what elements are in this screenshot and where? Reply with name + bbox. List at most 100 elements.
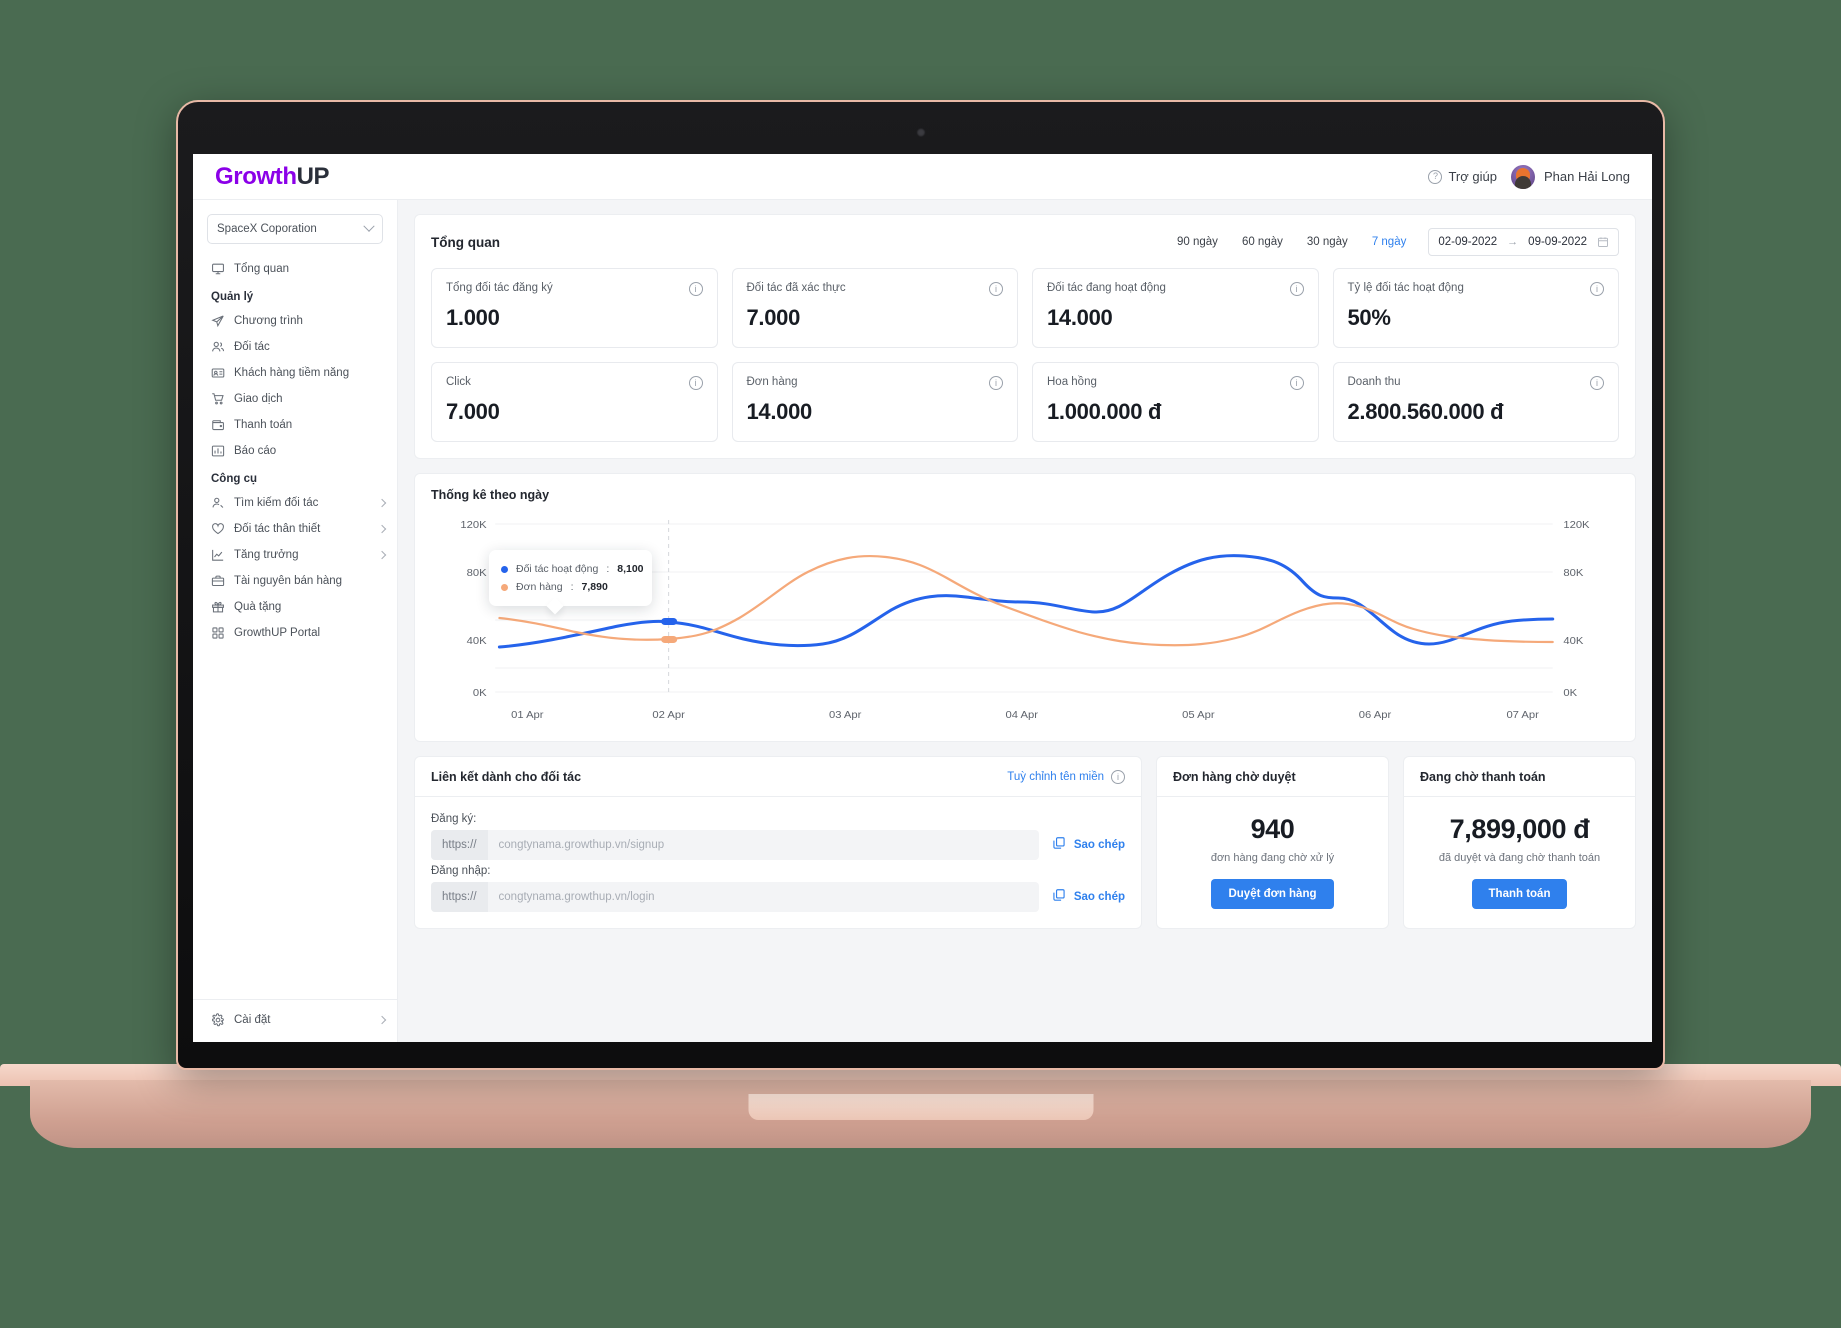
date-range-arrow: → — [1507, 236, 1519, 248]
user-name: Phan Hải Long — [1543, 169, 1630, 184]
info-icon[interactable]: i — [1289, 282, 1304, 296]
laptop-base-body — [30, 1080, 1811, 1148]
sidebar-item-cai-dat[interactable]: Cài đặt — [193, 1007, 397, 1033]
sidebar-footer: Cài đặt — [193, 999, 397, 1042]
sidebar-item-label: Thanh toán — [234, 419, 293, 431]
pending-orders-panel: Đơn hàng chờ duyệt 940 đơn hàng đang chờ… — [1156, 756, 1389, 929]
sidebar-item-tang-truong[interactable]: Tăng trưởng — [193, 542, 397, 568]
bottom-row: Liên kết dành cho đối tác Tuỳ chỉnh tên … — [414, 756, 1636, 929]
range-button-90[interactable]: 90 ngày — [1165, 236, 1230, 248]
y-tick-right-120k: 120K — [1563, 519, 1590, 531]
tooltip-row-doi-tac-hoat-dong: Đối tác hoạt động: 8,100 — [501, 560, 644, 578]
wallet-icon — [211, 418, 225, 432]
pending-orders-body: 940 đơn hàng đang chờ xử lý Duyệt đơn hà… — [1157, 797, 1388, 928]
help-button[interactable]: ? Trợ giúp — [1428, 169, 1497, 184]
avatar — [1510, 164, 1535, 189]
signup-url-input[interactable] — [487, 830, 1039, 860]
y-tick-left-0k: 0K — [473, 687, 488, 699]
chart-panel: Thống kê theo ngày 120K 80K 40K 0K 120K … — [414, 473, 1636, 742]
login-copy-button[interactable]: Sao chép — [1052, 888, 1125, 907]
heart-icon — [211, 522, 225, 536]
sidebar-item-label: Quà tặng — [234, 601, 282, 613]
sidebar-item-qua-tang[interactable]: Quà tặng — [193, 594, 397, 620]
sidebar-item-tim-kiem-doi-tac[interactable]: Tìm kiếm đối tác — [193, 490, 397, 516]
chevron-down-icon — [363, 220, 375, 232]
login-url-input[interactable] — [487, 882, 1039, 912]
sidebar-item-bao-cao[interactable]: Báo cáo — [193, 438, 397, 464]
sidebar-item-doi-tac-than-thiet[interactable]: Đối tác thân thiết — [193, 516, 397, 542]
chevron-right-icon — [377, 498, 387, 508]
legend-dot-blue-icon — [501, 565, 508, 573]
range-button-7[interactable]: 7 ngày — [1360, 236, 1419, 248]
info-icon[interactable]: i — [989, 376, 1003, 390]
pending-orders-value: 940 — [1250, 814, 1295, 844]
sidebar-item-thanh-toan[interactable]: Thanh toán — [193, 412, 397, 438]
sidebar-item-khach-hang-tiem-nang[interactable]: Khách hàng tiềm năng — [193, 360, 397, 386]
series-line-doi-tac-hoat-dong — [497, 554, 1555, 649]
date-range-picker[interactable]: 02-09-2022 → 09-09-2022 — [1428, 228, 1619, 256]
pay-button[interactable]: Thanh toán — [1471, 879, 1568, 909]
info-icon[interactable]: i — [1590, 376, 1604, 390]
chart-tooltip: Đối tác hoạt động: 8,100 Đơn hàng: 7,890 — [489, 550, 652, 615]
pending-orders-subtitle: đơn hàng đang chờ xử lý — [1210, 852, 1335, 864]
y-tick-left-120k: 120K — [460, 519, 487, 531]
sidebar-item-growthup-portal[interactable]: GrowthUP Portal — [193, 620, 397, 646]
custom-domain-link[interactable]: Tuỳ chỉnh tên miền — [1007, 771, 1104, 783]
stats-grid: Tổng đối tác đăng ký i 1.000 Đối tác đã x… — [415, 268, 1635, 458]
signup-input-group[interactable]: https:// — [431, 830, 1039, 860]
overview-header: Tổng quan 90 ngày 60 ngày 30 ngày 7 ngày… — [415, 215, 1635, 268]
tooltip-label: Đối tác hoạt động — [516, 563, 599, 575]
signup-field-label: Đăng ký: — [431, 813, 477, 825]
org-selector[interactable]: SpaceX Coporation — [207, 214, 383, 244]
stat-card-click: Click i 7.000 — [431, 362, 718, 442]
login-field-row: https:// Sao chép — [431, 882, 1125, 912]
info-icon[interactable]: i — [989, 282, 1003, 296]
partner-links-body: Đăng ký: https:// congtynama.growthup.vn… — [415, 797, 1141, 928]
info-icon[interactable]: i — [688, 282, 703, 296]
login-field-label: Đăng nhập: — [431, 865, 491, 877]
x-tick-06-apr: 06 Apr — [1359, 709, 1392, 721]
chevron-right-icon — [377, 550, 387, 560]
info-icon[interactable]: i — [688, 376, 703, 390]
approve-orders-button[interactable]: Duyệt đơn hàng — [1211, 879, 1334, 909]
sidebar-item-label: Chương trình — [234, 315, 303, 327]
stat-value: 1.000.000 đ — [1047, 399, 1162, 424]
user-menu[interactable]: Phan Hải Long — [1510, 164, 1630, 189]
overview-panel: Tổng quan 90 ngày 60 ngày 30 ngày 7 ngày… — [414, 214, 1636, 459]
stat-label: Đối tác đang hoạt động — [1047, 282, 1166, 294]
login-copy-label: Sao chép — [1073, 891, 1125, 903]
stat-card-doanh-thu: Doanh thu i 2.800.560.000 đ — [1332, 362, 1619, 442]
chart-area[interactable]: 120K 80K 40K 0K 120K 80K 40K 0K 01 Apr 0… — [431, 506, 1619, 731]
stat-card-hoa-hong: Hoa hồng i 1.000.000 đ — [1032, 362, 1319, 442]
stat-label: Tỷ lệ đối tác hoạt động — [1347, 282, 1464, 294]
sidebar-item-tai-nguyen-ban-hang[interactable]: Tài nguyên bán hàng — [193, 568, 397, 594]
date-from: 02-09-2022 — [1438, 236, 1498, 248]
info-icon[interactable]: i — [1289, 376, 1304, 390]
sidebar-item-chuong-trinh[interactable]: Chương trình — [193, 308, 397, 334]
stat-value: 1.000 — [446, 305, 500, 330]
range-button-30[interactable]: 30 ngày — [1295, 236, 1360, 248]
gift-icon — [211, 600, 225, 614]
range-button-60[interactable]: 60 ngày — [1230, 236, 1295, 248]
tooltip-value: 8,100 — [617, 563, 644, 575]
stat-value: 50% — [1347, 305, 1391, 330]
stat-label: Tổng đối tác đăng ký — [446, 282, 553, 294]
sidebar-group-title-cong-cu: Công cụ — [211, 473, 257, 485]
laptop-base-notch — [748, 1094, 1093, 1120]
sidebar-item-tong-quan[interactable]: Tổng quan — [193, 256, 397, 282]
signup-field-row: https:// Sao chép — [431, 830, 1125, 860]
partner-links-panel: Liên kết dành cho đối tác Tuỳ chỉnh tên … — [414, 756, 1142, 929]
header-right: ? Trợ giúp Phan Hải Long — [1428, 164, 1630, 189]
laptop-lid: GrowthUP ? Trợ giúp Phan Hải Long SpaceX… — [176, 100, 1665, 1070]
grid-lines — [495, 523, 1553, 693]
x-tick-03-apr: 03 Apr — [829, 709, 862, 721]
info-icon[interactable]: i — [1111, 770, 1125, 784]
info-icon[interactable]: i — [1590, 282, 1604, 296]
sidebar-item-giao-dich[interactable]: Giao dịch — [193, 386, 397, 412]
app-logo[interactable]: GrowthUP — [215, 163, 330, 191]
login-input-group[interactable]: https:// — [431, 882, 1039, 912]
chart-point-don-hang — [661, 636, 678, 643]
pending-orders-title: Đơn hàng chờ duyệt — [1157, 757, 1388, 797]
sidebar-item-doi-tac[interactable]: Đối tác — [193, 334, 397, 360]
signup-copy-button[interactable]: Sao chép — [1052, 836, 1125, 855]
